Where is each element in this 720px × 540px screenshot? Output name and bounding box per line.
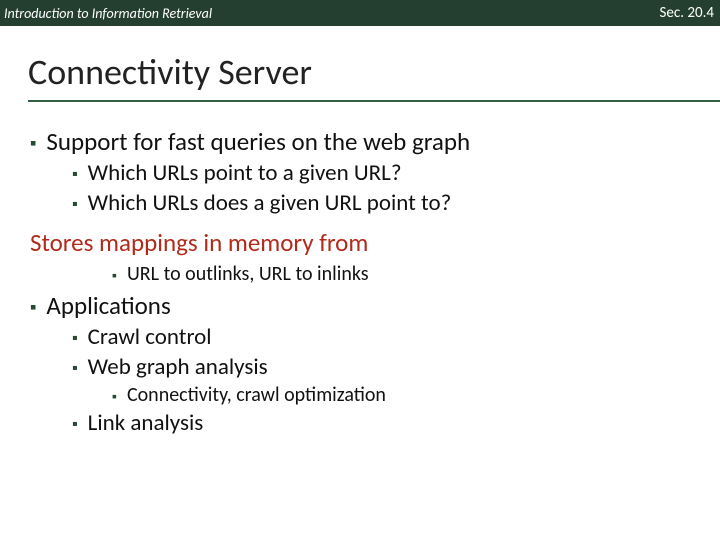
square-bullet-icon: ▪ [112,267,117,284]
square-bullet-icon: ▪ [30,296,36,318]
bullet-text: Link analysis [88,409,204,437]
bullet-level3: ▪ URL to outlinks, URL to inlinks [112,262,720,286]
bullet-text: Connectivity, crawl optimization [127,383,386,407]
bullet-text: Web graph analysis [88,353,268,381]
slide-title: Connectivity Server [28,50,720,94]
slide-content: ▪ Support for fast queries on the web gr… [0,102,720,437]
square-bullet-icon: ▪ [72,195,78,214]
square-bullet-icon: ▪ [112,388,117,405]
bullet-level2: ▪ Link analysis [72,409,720,437]
bullet-level1: ▪ Applications [30,290,720,321]
bullet-text: Crawl control [88,323,212,351]
bullet-text: Applications [46,290,170,321]
bullet-text: Which URLs does a given URL point to? [88,189,452,217]
bullet-level3: ▪ Connectivity, crawl optimization [112,383,720,407]
bullet-level2: ▪ Web graph analysis [72,353,720,381]
plain-line: Stores mappings in memory from [30,227,720,258]
header-left: Introduction to Information Retrieval [4,5,212,22]
square-bullet-icon: ▪ [72,329,78,348]
bullet-level2: ▪ Which URLs point to a given URL? [72,159,720,187]
title-block: Connectivity Server [0,26,720,102]
bullet-level2: ▪ Which URLs does a given URL point to? [72,189,720,217]
bullet-level2: ▪ Crawl control [72,323,720,351]
slide-header: Introduction to Information Retrieval Se… [0,0,720,26]
bullet-text: Which URLs point to a given URL? [88,159,402,187]
square-bullet-icon: ▪ [72,415,78,434]
square-bullet-icon: ▪ [72,359,78,378]
bullet-level1: ▪ Support for fast queries on the web gr… [30,126,720,157]
square-bullet-icon: ▪ [72,165,78,184]
header-right: Sec. 20.4 [660,4,714,22]
bullet-text: URL to outlinks, URL to inlinks [127,262,369,286]
square-bullet-icon: ▪ [30,132,36,154]
bullet-text: Support for fast queries on the web grap… [46,126,470,157]
